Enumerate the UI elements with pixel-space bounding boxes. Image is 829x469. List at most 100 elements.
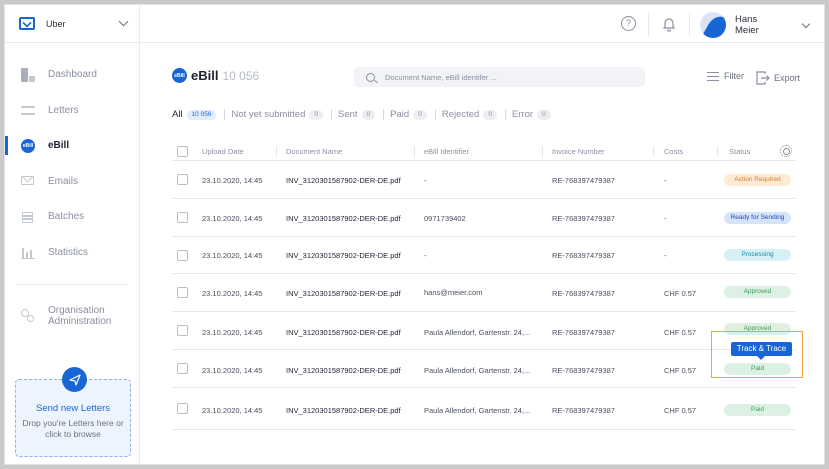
upload-dropzone[interactable]: Send new Letters Drop you're Letters her…: [15, 367, 131, 457]
cell-upload-date: 23.10.2020, 14:45: [202, 251, 263, 260]
send-icon[interactable]: [62, 367, 87, 392]
sidebar-item-statistics[interactable]: Statistics: [5, 235, 140, 271]
tab-count-badge: 0: [413, 109, 427, 120]
cell-costs: CHF 0.57: [664, 328, 697, 337]
cell-document-name[interactable]: INV_3120301587902-DER-DE.pdf: [286, 251, 401, 260]
settings-gear-icon[interactable]: [780, 145, 792, 157]
cell-upload-date: 23.10.2020, 14:45: [202, 214, 263, 223]
cell-ebill-identifier: Paula Allendorf, Gartenstr. 24,...: [424, 366, 531, 375]
tab-label: Error: [511, 109, 534, 120]
track-and-trace-tooltip[interactable]: Track & Trace: [731, 342, 792, 360]
sidebar-item-dashboard[interactable]: Dashboard: [5, 57, 140, 93]
user-last-name: Meier: [735, 25, 759, 36]
cell-document-name[interactable]: INV_3120301587902-DER-DE.pdf: [286, 176, 401, 185]
column-costs[interactable]: Costs: [664, 147, 683, 156]
avatar[interactable]: [700, 12, 726, 38]
bell-icon[interactable]: [661, 16, 677, 32]
tab-count-badge: 0: [483, 109, 497, 120]
select-all-checkbox[interactable]: [177, 146, 188, 157]
row-checkbox[interactable]: [177, 287, 188, 298]
app-window: Uber Dashboard Letters eBill eBill Email…: [4, 4, 825, 465]
table-row[interactable]: 23.10.2020, 14:45 INV_3120301587902-DER-…: [172, 237, 796, 274]
row-checkbox[interactable]: [177, 363, 188, 374]
tab-count-badge: 0: [361, 109, 376, 120]
tab-divider: [224, 109, 226, 120]
tab-paid[interactable]: Paid 0: [390, 109, 427, 120]
cell-ebill-identifier: Paula Allendorf, Gartenstr. 24,...: [424, 328, 531, 337]
cell-ebill-identifier: hans@meier.com: [424, 288, 483, 297]
row-checkbox[interactable]: [177, 174, 188, 185]
column-divider: [542, 146, 543, 157]
column-upload-date[interactable]: Upload Date: [202, 147, 244, 156]
search-input[interactable]: [385, 72, 625, 82]
row-checkbox[interactable]: [177, 325, 188, 336]
chevron-down-icon[interactable]: [801, 19, 811, 29]
tab-all[interactable]: All 10 056: [172, 109, 217, 120]
tab-divider: [331, 109, 332, 120]
sidebar-item-label: Dashboard: [48, 69, 97, 81]
tab-not-yet-submitted[interactable]: Not yet submitted 0: [231, 109, 323, 120]
sidebar-item-letters[interactable]: Letters: [5, 93, 140, 129]
column-divider: [717, 146, 718, 157]
sidebar-item-batches[interactable]: Batches: [5, 199, 140, 235]
ebill-icon: eBill: [172, 68, 187, 83]
table-row[interactable]: 23.10.2020, 14:45 INV_3120301587902-DER-…: [172, 388, 796, 430]
table-row[interactable]: 23.10.2020, 14:45 INV_3120301587902-DER-…: [172, 161, 796, 199]
help-icon[interactable]: ?: [621, 16, 636, 31]
export-button[interactable]: Export: [756, 71, 800, 85]
tab-divider: [434, 109, 436, 120]
status-tabs: All 10 056 Not yet submitted 0 Sent 0 Pa…: [172, 109, 551, 120]
sidebar-item-emails[interactable]: Emails: [5, 164, 140, 200]
sidebar-nav: Dashboard Letters eBill eBill Emails Bat…: [5, 57, 140, 331]
user-name[interactable]: Hans Meier: [735, 14, 759, 36]
tab-count-badge: 0: [537, 109, 551, 120]
tab-label: All: [172, 109, 183, 120]
cell-document-name[interactable]: INV_3120301587902-DER-DE.pdf: [286, 289, 401, 298]
column-invoice-number[interactable]: Invoice Number: [552, 147, 605, 156]
row-checkbox[interactable]: [177, 403, 188, 414]
cell-document-name[interactable]: INV_3120301587902-DER-DE.pdf: [286, 214, 401, 223]
sidebar-item-organisation-administration[interactable]: Organisation Administration: [5, 301, 140, 331]
cell-document-name[interactable]: INV_3120301587902-DER-DE.pdf: [286, 406, 401, 415]
column-divider: [653, 146, 654, 157]
cell-costs: CHF 0.57: [664, 289, 697, 298]
mail-icon-wrap: [21, 174, 35, 188]
cell-costs: -: [664, 176, 667, 185]
mail-icon: [21, 176, 34, 186]
status-badge: Approved: [724, 286, 791, 298]
status-badge: Paid: [724, 404, 791, 416]
sidebar: Uber Dashboard Letters eBill eBill Email…: [5, 5, 140, 464]
chevron-down-icon[interactable]: [118, 16, 129, 27]
tab-rejected[interactable]: Rejected 0: [442, 109, 497, 120]
cell-document-name[interactable]: INV_3120301587902-DER-DE.pdf: [286, 366, 401, 375]
cell-ebill-identifier: Paula Allendorf, Gartenstr. 24,...: [424, 406, 531, 415]
search-icon: [366, 72, 375, 82]
upload-title[interactable]: Send new Letters: [16, 403, 130, 414]
tab-error[interactable]: Error 0: [512, 109, 551, 120]
cell-invoice-number: RE-768397479387: [552, 289, 615, 298]
column-document-name[interactable]: Document Name: [286, 147, 342, 156]
org-switcher[interactable]: Uber: [5, 5, 139, 43]
cell-upload-date: 23.10.2020, 14:45: [202, 366, 263, 375]
upload-subtitle: Drop you're Letters here or click to bro…: [22, 418, 124, 439]
row-checkbox[interactable]: [177, 212, 188, 223]
column-status[interactable]: Status: [729, 147, 750, 156]
row-checkbox[interactable]: [177, 250, 188, 261]
sidebar-item-ebill[interactable]: eBill eBill: [5, 128, 140, 164]
cell-document-name[interactable]: INV_3120301587902-DER-DE.pdf: [286, 328, 401, 337]
tab-sent[interactable]: Sent 0: [338, 109, 376, 120]
ebill-table: Upload Date Document Name eBill Identifi…: [172, 143, 796, 430]
cell-costs: CHF 0.57: [664, 366, 697, 375]
search-box[interactable]: [354, 67, 645, 87]
cell-invoice-number: RE-768397479387: [552, 366, 615, 375]
table-row[interactable]: 23.10.2020, 14:45 INV_3120301587902-DER-…: [172, 312, 796, 350]
table-row[interactable]: 23.10.2020, 14:45 INV_3120301587902-DER-…: [172, 199, 796, 237]
cell-upload-date: 23.10.2020, 14:45: [202, 176, 263, 185]
table-row[interactable]: 23.10.2020, 14:45 INV_3120301587902-DER-…: [172, 350, 796, 388]
org-name: Uber: [46, 18, 66, 29]
cell-costs: -: [664, 214, 667, 223]
sidebar-item-label: Statistics: [48, 246, 89, 258]
column-ebill-identifier[interactable]: eBill Identifier: [424, 147, 469, 156]
table-row[interactable]: 23.10.2020, 14:45 INV_3120301587902-DER-…: [172, 274, 796, 312]
filter-button[interactable]: Filter: [707, 71, 744, 82]
